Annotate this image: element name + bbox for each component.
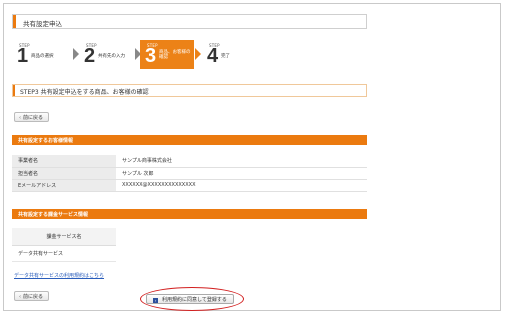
service-info-table: 課金サービス名 データ共有サービス [12, 228, 116, 262]
table-header-row: 課金サービス名 [12, 228, 116, 246]
table-row: 事業者名 サンプル商事株式会社 [12, 155, 367, 168]
chevron-right-icon: › [153, 298, 158, 303]
step-4-number: 4 [207, 45, 219, 67]
customer-company-value: サンプル商事株式会社 [116, 155, 367, 168]
customer-info-heading-text: 共有設定するお客様情報 [18, 138, 74, 144]
customer-info-table: 事業者名 サンプル商事株式会社 担当者名 サンプル 次郎 Eメールアドレス XX… [12, 155, 367, 192]
service-info-heading: 共有設定する課金サービス情報 [12, 209, 367, 219]
customer-contact-label: 担当者名 [12, 167, 116, 180]
step-3: STEP 3 商品、お客様の 確認 [140, 40, 194, 69]
back-button-label: 前に戻る [23, 294, 44, 300]
step-2: STEP 2 共有先の入力 [79, 40, 137, 69]
back-button-top[interactable]: ‹ 前に戻る [14, 112, 50, 122]
section-accent [13, 85, 15, 96]
step-3-label: 商品、お客様の 確認 [159, 50, 191, 61]
step-1: STEP 1 商品の選択 [12, 40, 72, 69]
chevron-left-icon: ‹ [19, 115, 21, 121]
terms-link[interactable]: データ共有サービスの利用規約はこちら [14, 272, 104, 279]
customer-contact-value: サンプル 次郎 [116, 167, 367, 180]
back-button-label: 前に戻る [23, 115, 44, 121]
section-heading: STEP3 共有設定申込をする商品、お客様の確認 [12, 84, 367, 97]
service-name-column-header: 課金サービス名 [12, 228, 116, 246]
title-accent [13, 15, 16, 28]
page-frame: 共有設定申込 STEP 1 商品の選択 STEP 2 共有先の入力 STEP 3… [3, 3, 501, 311]
page-title: 共有設定申込 [23, 20, 62, 28]
step-3-number: 3 [145, 45, 157, 67]
step-2-number: 2 [84, 45, 96, 67]
table-row: データ共有サービス [12, 245, 116, 262]
agree-and-register-button[interactable]: › 利用規約に同意して登録する [146, 294, 234, 304]
step-3-label-line2: 確認 [159, 55, 168, 61]
customer-email-label: Eメールアドレス [12, 179, 116, 192]
customer-company-label: 事業者名 [12, 155, 116, 168]
step-1-label: 商品の選択 [31, 54, 54, 59]
step-1-number: 1 [17, 45, 29, 67]
step-2-label: 共有先の入力 [98, 54, 125, 59]
customer-info-heading: 共有設定するお客様情報 [12, 135, 367, 145]
agree-button-label: 利用規約に同意して登録する [162, 297, 227, 303]
step-4: STEP 4 完了 [202, 40, 242, 69]
page-title-bar: 共有設定申込 [12, 14, 367, 29]
step-indicator: STEP 1 商品の選択 STEP 2 共有先の入力 STEP 3 商品、お客様… [12, 40, 252, 70]
step-4-label: 完了 [221, 54, 230, 59]
service-name-cell: データ共有サービス [12, 245, 116, 262]
service-info-heading-text: 共有設定する課金サービス情報 [18, 212, 89, 218]
table-row: Eメールアドレス XXXXXX@XXXXXXXXXXXXXX [12, 179, 367, 192]
section-heading-text: STEP3 共有設定申込をする商品、お客様の確認 [20, 89, 149, 96]
table-row: 担当者名 サンプル 次郎 [12, 167, 367, 180]
customer-email-value: XXXXXX@XXXXXXXXXXXXXX [116, 179, 367, 192]
step-arrow-icon [195, 48, 201, 60]
chevron-left-icon: ‹ [19, 294, 21, 300]
back-button-bottom[interactable]: ‹ 前に戻る [14, 291, 50, 301]
